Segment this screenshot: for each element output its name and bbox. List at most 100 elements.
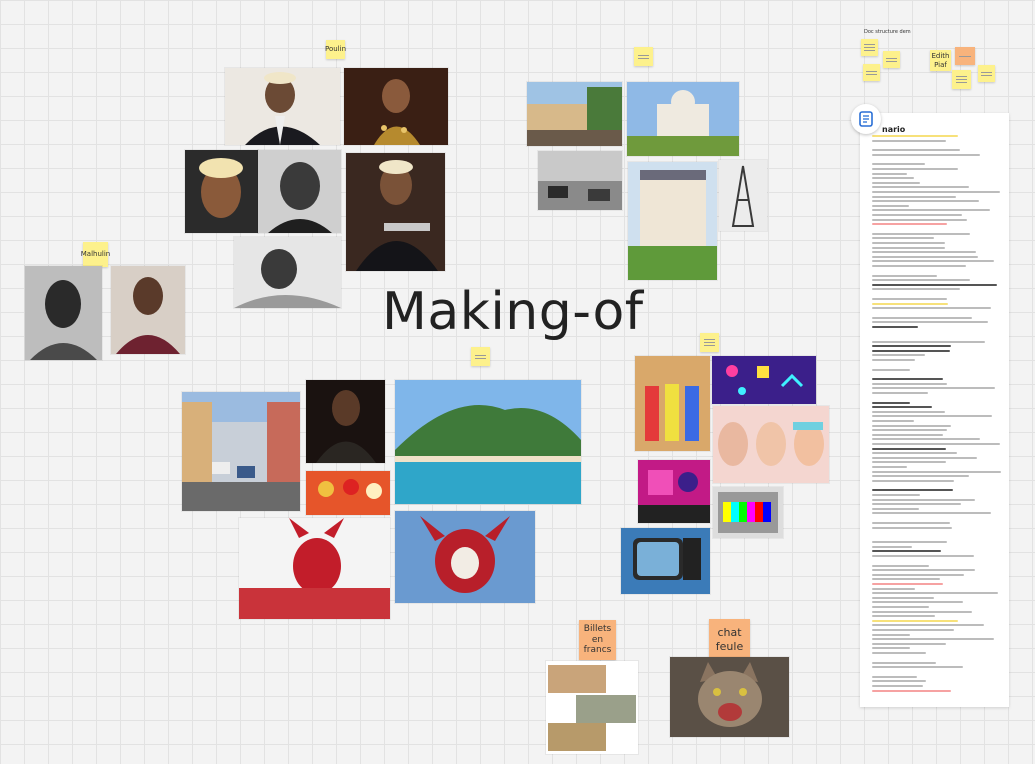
document-text-line	[872, 512, 991, 515]
sticky-label: Poulin	[324, 45, 347, 54]
photo-portrait-bw[interactable]	[258, 150, 341, 233]
photo-paris-street[interactable]	[527, 82, 622, 146]
document-text-line	[872, 629, 954, 631]
sticky-note-edith-piaf[interactable]: Edith Piaf	[930, 50, 951, 71]
document-text-line	[872, 354, 925, 357]
photo-man-with-bottle[interactable]	[346, 153, 445, 271]
document-text-line	[872, 359, 915, 361]
photo-man-lying[interactable]	[234, 237, 341, 308]
photo-retro-tv[interactable]	[621, 528, 710, 594]
sticky-note-chat[interactable]: chat feule	[709, 619, 750, 660]
photo-eighties-pattern[interactable]	[712, 356, 816, 404]
document-text-line	[872, 283, 997, 286]
document-text-line	[872, 181, 920, 184]
photo-man-in-suit[interactable]	[225, 68, 340, 145]
sticky-lines-icon	[703, 337, 716, 348]
photo-portrait-blond-hair[interactable]	[185, 150, 258, 233]
document-text-line	[872, 149, 960, 152]
document-text-line	[872, 232, 970, 235]
document-text-line	[872, 433, 943, 436]
document-text-line	[872, 507, 919, 510]
document-text-line	[872, 378, 943, 381]
document-text-line	[872, 652, 926, 654]
document-text-line	[872, 195, 956, 198]
photo-hissing-cat[interactable]	[670, 657, 789, 737]
photo-red-devil-mask[interactable]	[239, 518, 390, 619]
document-text-line	[872, 392, 928, 394]
document-text-line	[872, 307, 991, 310]
document-text-line	[872, 610, 972, 613]
photo-carnival-group[interactable]	[306, 471, 390, 515]
document-text-line	[872, 163, 925, 166]
document-text-line	[872, 479, 954, 482]
document-text-line	[872, 200, 979, 203]
photo-man-dreadlocks[interactable]	[306, 380, 385, 463]
photo-french-banknotes[interactable]	[546, 661, 638, 754]
document-text-line	[872, 168, 958, 170]
sticky-lines-icon	[955, 74, 968, 85]
document-text-line	[872, 237, 934, 240]
document-text-line	[872, 583, 943, 585]
sticky-note-billets[interactable]: Billets en francs	[579, 620, 616, 660]
photo-eighties-dancers[interactable]	[635, 356, 710, 451]
document-text-line	[872, 223, 947, 226]
photo-tv-test-pattern[interactable]	[713, 487, 783, 538]
photo-skull-devil-costume[interactable]	[395, 511, 535, 603]
photo-paris-vintage-bw[interactable]	[538, 151, 622, 210]
document-text-line	[872, 139, 946, 142]
document-icon[interactable]	[851, 104, 881, 134]
document-text-line	[872, 382, 947, 385]
document-text-line	[872, 415, 992, 418]
document-text-line	[872, 601, 963, 604]
photo-man-burgundy[interactable]	[111, 266, 185, 354]
photo-haussmann-building[interactable]	[628, 162, 717, 280]
document-text-line	[872, 191, 1000, 193]
sticky-note-small-4[interactable]	[952, 70, 971, 89]
document-text-line	[872, 420, 914, 422]
document-text-line	[872, 666, 963, 669]
sticky-lines-icon	[959, 54, 971, 59]
sticky-note-poulin[interactable]: Poulin	[324, 40, 347, 59]
document-text-line	[872, 526, 952, 529]
sticky-note-orange-small[interactable]	[955, 47, 975, 65]
sticky-note-eighties[interactable]	[700, 333, 719, 352]
photo-eighties-makeup[interactable]	[713, 406, 829, 483]
sticky-note-malhulin[interactable]: Malhulin	[80, 242, 111, 267]
document-text-line	[872, 368, 910, 371]
document-text-line	[872, 494, 920, 496]
sticky-note-small-2[interactable]	[883, 51, 900, 68]
document-text-line	[872, 489, 953, 492]
document-text-line	[872, 214, 962, 216]
photo-mugshot-bw[interactable]	[25, 266, 102, 360]
sticky-note-martinique[interactable]	[471, 347, 490, 366]
document-text-line	[872, 633, 910, 636]
sticky-lines-icon	[637, 53, 650, 61]
photo-eighties-poster[interactable]	[638, 460, 710, 523]
sticky-note-small-3[interactable]	[863, 64, 880, 81]
photo-caribbean-street[interactable]	[182, 392, 300, 511]
document-text-line	[872, 135, 958, 137]
sticky-note-small-5[interactable]	[978, 65, 995, 82]
document-text-line	[872, 555, 974, 557]
document-text-line	[872, 642, 946, 645]
sticky-note-small-1[interactable]	[861, 39, 878, 56]
document-text-line	[872, 680, 926, 683]
document-text-line	[872, 675, 917, 678]
photo-sacre-coeur[interactable]	[627, 82, 739, 156]
sticky-note-paris[interactable]	[634, 47, 653, 66]
photo-eiffel-tower[interactable]	[719, 160, 767, 231]
document-text-line	[872, 615, 935, 618]
document-text-line	[872, 204, 909, 207]
document-text-line	[872, 218, 967, 221]
document-text-line	[872, 279, 970, 282]
photo-dancer-sequins[interactable]	[344, 68, 448, 145]
document-text-line	[872, 340, 985, 343]
document-text-line	[872, 624, 984, 627]
sticky-lines-icon	[981, 70, 992, 78]
document-text-line	[872, 685, 923, 687]
sticky-label: Malhulin	[80, 250, 111, 259]
document-text-line	[872, 326, 918, 328]
document-text-line	[872, 461, 946, 464]
photo-mountain-bay[interactable]	[395, 380, 581, 504]
scenario-document[interactable]: nario	[860, 113, 1009, 707]
